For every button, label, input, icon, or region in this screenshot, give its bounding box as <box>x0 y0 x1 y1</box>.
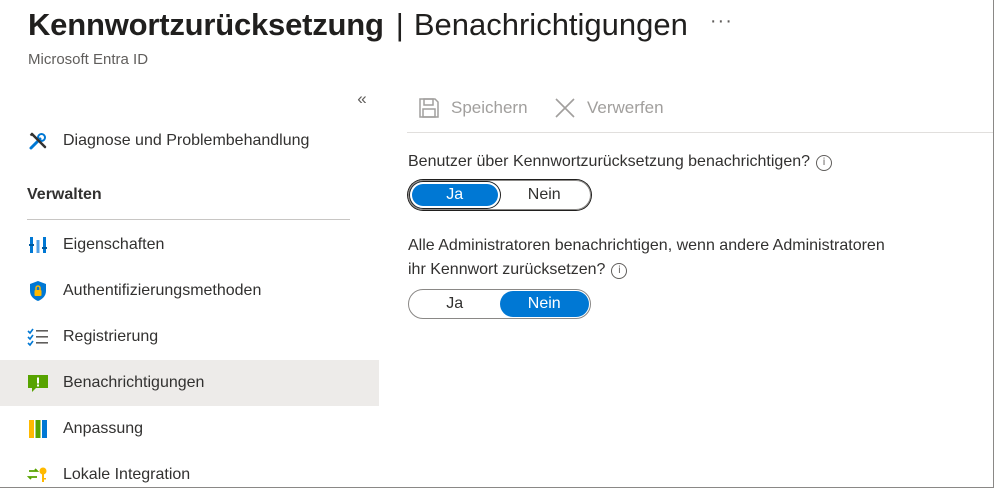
toggle-option-nein[interactable]: Nein <box>499 291 589 317</box>
sidebar-item-anpassung[interactable]: Anpassung <box>0 406 379 452</box>
sidebar-item-registrierung[interactable]: Registrierung <box>0 314 379 360</box>
sidebar: « Diagnose und Problembehandlung Verwalt… <box>0 86 380 489</box>
question-text-line1: Alle Administratoren benachrichtigen, we… <box>408 237 885 254</box>
save-button[interactable]: Speichern <box>417 96 528 120</box>
toggle-option-ja[interactable]: Ja <box>410 182 500 208</box>
question-text: Benutzer über Kennwortzurücksetzung bena… <box>408 153 811 170</box>
customization-columns-icon <box>27 418 49 440</box>
discard-button[interactable]: Verwerfen <box>553 96 664 120</box>
command-bar: Speichern Verwerfen <box>407 86 993 133</box>
close-x-icon <box>553 96 577 120</box>
sidebar-item-lokale-integration[interactable]: Lokale Integration <box>0 452 379 498</box>
sidebar-item-label: Lokale Integration <box>63 466 191 483</box>
sidebar-item-label: Anpassung <box>63 420 144 437</box>
page-subtitle-section: Benachrichtigungen <box>413 7 688 42</box>
sidebar-item-label: Registrierung <box>63 328 159 345</box>
shield-lock-icon <box>27 280 49 302</box>
info-icon[interactable]: i <box>611 263 628 279</box>
section-heading-verwalten: Verwalten <box>27 186 102 203</box>
page-header: Kennwortzurücksetzung | Benachrichtigung… <box>28 6 995 68</box>
toggle-option-ja[interactable]: Ja <box>410 291 500 317</box>
wrench-screwdriver-icon <box>27 130 49 152</box>
collapse-sidebar-button[interactable]: « <box>353 90 371 108</box>
notify-admins-toggle[interactable]: Ja Nein <box>408 289 591 319</box>
service-subtitle: Microsoft Entra ID <box>28 51 149 68</box>
more-options-button[interactable]: ··· <box>710 10 733 33</box>
checklist-icon <box>27 326 49 348</box>
title-separator: | <box>395 7 404 42</box>
sidebar-item-label: Authentifizierungsmethoden <box>63 282 262 299</box>
save-label: Speichern <box>451 98 528 117</box>
info-icon[interactable]: i <box>816 155 833 171</box>
sidebar-item-diagnose[interactable]: Diagnose und Problembehandlung <box>0 118 379 164</box>
sidebar-item-label: Benachrichtigungen <box>63 374 205 391</box>
sidebar-item-label: Eigenschaften <box>63 236 165 253</box>
discard-label: Verwerfen <box>587 98 664 117</box>
notify-users-toggle[interactable]: Ja Nein <box>408 180 591 210</box>
properties-bars-icon <box>27 234 49 256</box>
toggle-option-nein[interactable]: Nein <box>500 182 590 208</box>
save-disk-icon <box>417 96 441 120</box>
title-row: Kennwortzurücksetzung | Benachrichtigung… <box>28 6 995 44</box>
sidebar-item-authentifizierungsmethoden[interactable]: Authentifizierungsmethoden <box>0 268 379 314</box>
notification-icon <box>27 372 49 394</box>
sidebar-item-benachrichtigungen[interactable]: Benachrichtigungen <box>0 360 379 406</box>
page-title: Kennwortzurücksetzung <box>28 7 384 42</box>
notify-users-question: Benutzer über Kennwortzurücksetzung bena… <box>408 150 833 174</box>
sidebar-item-eigenschaften[interactable]: Eigenschaften <box>0 222 379 268</box>
notify-admins-question: Alle Administratoren benachrichtigen, we… <box>408 234 885 282</box>
question-text-line2: ihr Kennwort zurücksetzen? <box>408 261 606 278</box>
sidebar-item-label: Diagnose und Problembehandlung <box>63 132 310 149</box>
section-divider <box>27 219 350 220</box>
sync-key-icon <box>27 464 49 486</box>
